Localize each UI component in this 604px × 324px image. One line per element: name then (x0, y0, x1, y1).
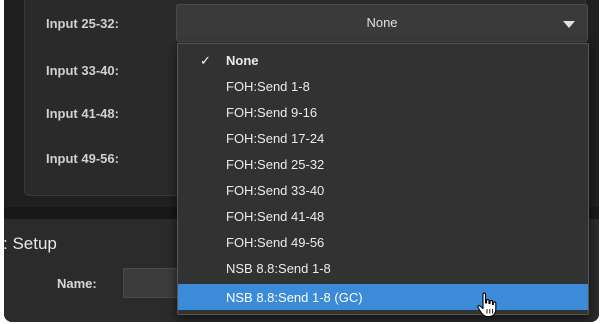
menu-item-foh-send-17-24[interactable]: FOH:Send 17-24 (178, 126, 588, 150)
hand-pointer-icon (477, 292, 497, 318)
menu-item-label: FOH:Send 49-56 (226, 235, 325, 250)
select-value: None (366, 15, 398, 30)
menu-item-label: FOH:Send 33-40 (226, 183, 325, 198)
menu-item-nsb-send-1-8-gc[interactable]: NSB 8.8:Send 1-8 (GC) (178, 284, 588, 310)
menu-item-label: FOH:Send 1-8 (226, 79, 310, 94)
triangle-down-icon (563, 21, 575, 28)
menu-item-foh-send-49-56[interactable]: FOH:Send 49-56 (178, 230, 588, 254)
menu-item-foh-send-41-48[interactable]: FOH:Send 41-48 (178, 204, 588, 228)
checkmark-icon: ✓ (200, 53, 211, 68)
input-25-32-select[interactable]: None (176, 4, 588, 42)
menu-item-foh-send-33-40[interactable]: FOH:Send 33-40 (178, 178, 588, 202)
menu-item-none[interactable]: ✓ None (178, 48, 588, 72)
menu-item-nsb-send-1-8[interactable]: NSB 8.8:Send 1-8 (178, 256, 588, 280)
menu-item-foh-send-9-16[interactable]: FOH:Send 9-16 (178, 100, 588, 124)
name-label: Name: (57, 276, 97, 291)
menu-item-label: FOH:Send 25-32 (226, 157, 325, 172)
app-window: Input 25-32: Input 33-40: Input 41-48: I… (4, 0, 599, 322)
menu-item-label: FOH:Send 41-48 (226, 209, 325, 224)
menu-item-label: NSB 8.8:Send 1-8 (226, 261, 331, 276)
input-49-56-label: Input 49-56: (46, 151, 119, 166)
source-dropdown-menu: ✓ None FOH:Send 1-8 FOH:Send 9-16 FOH:Se… (177, 43, 589, 315)
input-41-48-label: Input 41-48: (46, 106, 119, 121)
menu-item-label: NSB 8.8:Send 1-8 (GC) (226, 290, 363, 305)
input-25-32-label: Input 25-32: (46, 16, 119, 31)
name-field[interactable] (123, 268, 185, 298)
menu-item-foh-send-25-32[interactable]: FOH:Send 25-32 (178, 152, 588, 176)
menu-item-foh-send-1-8[interactable]: FOH:Send 1-8 (178, 74, 588, 98)
menu-item-label: FOH:Send 17-24 (226, 131, 325, 146)
setup-section-title: : Setup (4, 234, 57, 253)
menu-item-label: FOH:Send 9-16 (226, 105, 318, 120)
menu-item-label: None (226, 53, 259, 68)
input-33-40-label: Input 33-40: (46, 63, 119, 78)
